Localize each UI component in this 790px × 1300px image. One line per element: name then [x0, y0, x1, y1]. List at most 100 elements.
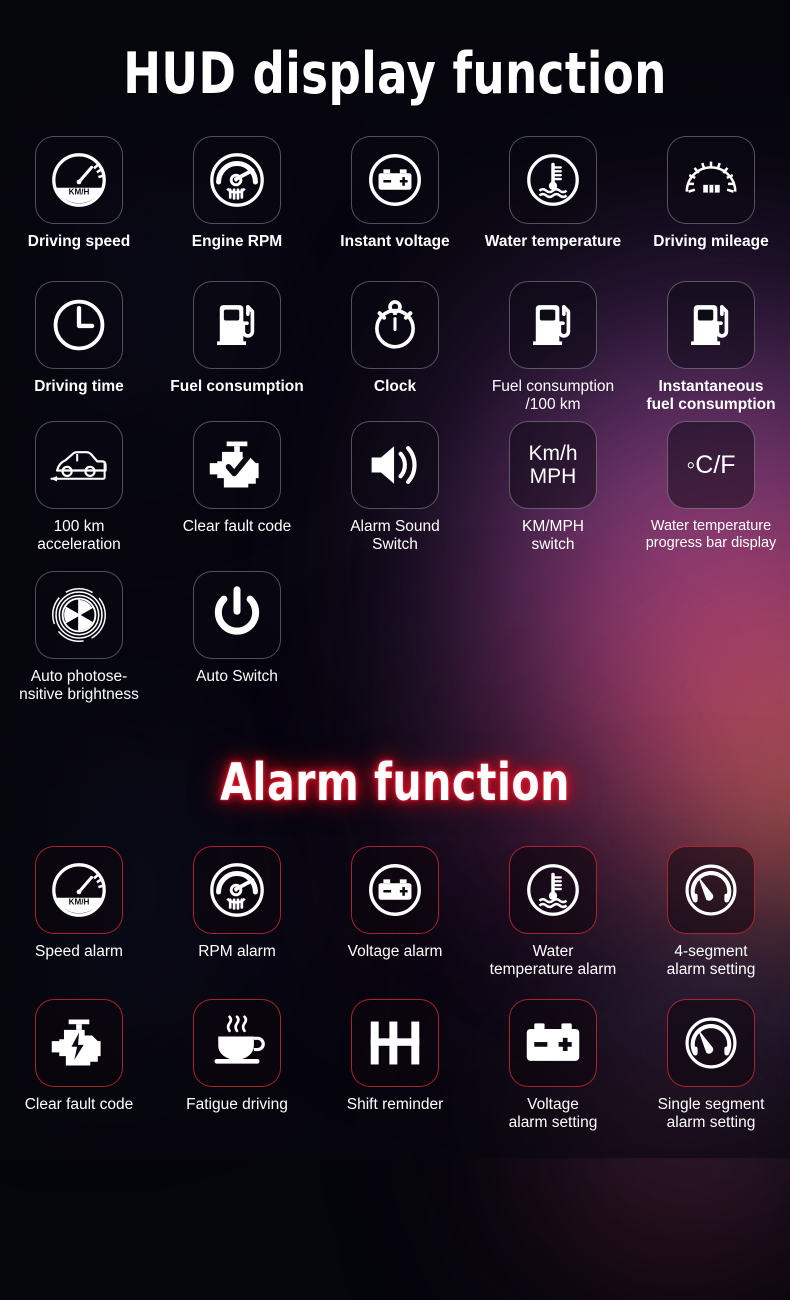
feature-item[interactable]: ◦C/F Water temperature progress bar displ… [632, 421, 790, 554]
feature-icon-tile[interactable] [667, 999, 755, 1087]
fuel-pump-icon [208, 296, 266, 354]
odometer-icon [680, 149, 742, 211]
feature-icon-tile[interactable] [509, 281, 597, 369]
feature-icon-tile[interactable] [35, 281, 123, 369]
battery-plain-icon [523, 1019, 583, 1067]
feature-icon-tile[interactable] [351, 281, 439, 369]
feature-item[interactable]: Clear fault code [158, 421, 316, 554]
feature-label: 100 km acceleration [37, 518, 121, 553]
feature-label: Driving time [34, 378, 124, 395]
feature-item[interactable]: 100 km acceleration [0, 421, 158, 554]
feature-item[interactable]: Engine RPM [158, 136, 316, 251]
stopwatch-icon [366, 296, 424, 354]
feature-item[interactable]: Instantaneous fuel consumption [632, 281, 790, 414]
feature-item[interactable]: Voltage alarm [316, 846, 474, 979]
svg-text:KM/H: KM/H [69, 188, 90, 197]
page-title-alarm: Alarm function [220, 753, 570, 813]
feature-item[interactable]: 4-segment alarm setting [632, 846, 790, 979]
feature-item[interactable]: Instant voltage [316, 136, 474, 251]
feature-icon-tile[interactable] [193, 421, 281, 509]
feature-item[interactable]: Voltage alarm setting [474, 999, 632, 1132]
clock-icon [49, 295, 109, 355]
fuel-pump-icon [524, 296, 582, 354]
feature-icon-tile[interactable] [193, 846, 281, 934]
feature-icon-tile[interactable] [35, 571, 123, 659]
feature-icon-tile[interactable] [509, 136, 597, 224]
tachometer-icon [206, 149, 268, 211]
feature-icon-tile[interactable] [667, 846, 755, 934]
feature-label: Fuel consumption/100 km [491, 378, 615, 413]
feature-item[interactable]: Alarm Sound Switch [316, 421, 474, 554]
hud-feature-grid-row-3: 100 km acceleration Clear fault code Alar… [0, 421, 790, 554]
feature-label: Single segment alarm setting [657, 1096, 765, 1131]
feature-label: Shift reminder [346, 1096, 444, 1113]
feature-label: Instantaneous fuel consumption [646, 378, 776, 413]
feature-label: Water temperature progress bar display [645, 518, 777, 551]
feature-item[interactable]: KM/H Driving speed [0, 136, 158, 251]
feature-item[interactable]: Water temperature alarm [474, 846, 632, 979]
feature-item[interactable]: KM/H Speed alarm [0, 846, 158, 979]
feature-label: Clear fault code [24, 1096, 134, 1113]
engine-check-icon [206, 438, 268, 492]
feature-item[interactable]: Auto Switch [158, 571, 316, 704]
coffee-cup-icon [207, 1015, 267, 1071]
feature-label: Driving speed [27, 233, 131, 250]
feature-label: Auto Switch [196, 668, 278, 685]
kmh-mph-text-icon: Km/h MPH [528, 442, 578, 488]
feature-item[interactable]: Fatigue driving [158, 999, 316, 1132]
feature-icon-tile[interactable] [35, 421, 123, 509]
feature-label: Auto photose-nsitive brightness [19, 668, 139, 703]
fuel-pump-icon [682, 296, 740, 354]
tachometer-icon [206, 859, 268, 921]
feature-item[interactable]: Auto photose-nsitive brightness [0, 571, 158, 704]
feature-icon-tile[interactable]: KM/H [35, 846, 123, 934]
feature-icon-tile[interactable]: Km/h MPH [509, 421, 597, 509]
svg-text:KM/H: KM/H [69, 898, 90, 907]
power-icon [209, 586, 265, 644]
feature-item[interactable]: Driving time [0, 281, 158, 414]
shift-h-icon [367, 1016, 423, 1070]
feature-item[interactable]: Driving mileage [632, 136, 790, 251]
feature-item[interactable]: Km/h MPH KM/MPH switch [474, 421, 632, 554]
feature-label: Water temperature alarm [489, 943, 617, 978]
feature-icon-tile[interactable] [351, 999, 439, 1087]
speaker-icon [366, 438, 424, 492]
feature-icon-tile[interactable] [193, 136, 281, 224]
feature-item[interactable]: Water temperature [474, 136, 632, 251]
feature-icon-tile[interactable] [667, 136, 755, 224]
feature-icon-tile[interactable] [351, 136, 439, 224]
feature-item[interactable]: Shift reminder [316, 999, 474, 1132]
feature-label: Engine RPM [191, 233, 283, 250]
feature-label: Clock [373, 378, 417, 395]
feature-icon-tile[interactable] [351, 421, 439, 509]
feature-item[interactable]: Fuel consumption [158, 281, 316, 414]
feature-item[interactable]: Single segment alarm setting [632, 999, 790, 1132]
feature-label: Alarm Sound Switch [350, 518, 440, 553]
feature-icon-tile[interactable] [193, 999, 281, 1087]
hud-feature-grid-row-4: Auto photose-nsitive brightness Auto Swi… [0, 571, 790, 704]
feature-item[interactable]: Clear fault code [0, 999, 158, 1132]
feature-label: Fuel consumption [170, 378, 304, 395]
feature-item[interactable]: Clock [316, 281, 474, 414]
feature-icon-tile[interactable] [509, 999, 597, 1087]
feature-icon-tile[interactable] [193, 281, 281, 369]
feature-label: Water temperature [484, 233, 622, 250]
feature-item[interactable]: Fuel consumption/100 km [474, 281, 632, 414]
feature-label: Driving mileage [653, 233, 769, 250]
feature-icon-tile[interactable] [509, 846, 597, 934]
celsius-fahrenheit-text-icon: ◦C/F [686, 451, 736, 479]
feature-icon-tile[interactable]: ◦C/F [667, 421, 755, 509]
battery-circle-icon [364, 859, 426, 921]
feature-item[interactable]: RPM alarm [158, 846, 316, 979]
feature-label: RPM alarm [198, 943, 276, 960]
feature-icon-tile[interactable] [193, 571, 281, 659]
feature-icon-tile[interactable] [35, 999, 123, 1087]
hud-feature-grid-row-1: KM/H Driving speed Engine RPM Instant vo… [0, 136, 790, 251]
alarm-feature-grid-row-1: KM/H Speed alarm RPM alarm Voltage alarm [0, 846, 790, 979]
feature-label: Clear fault code [182, 518, 292, 535]
water-temp-circle-icon [522, 859, 584, 921]
hud-feature-grid-row-2: Driving time Fuel consumption Clock Fuel… [0, 281, 790, 414]
feature-icon-tile[interactable] [351, 846, 439, 934]
feature-icon-tile[interactable]: KM/H [35, 136, 123, 224]
feature-icon-tile[interactable] [667, 281, 755, 369]
